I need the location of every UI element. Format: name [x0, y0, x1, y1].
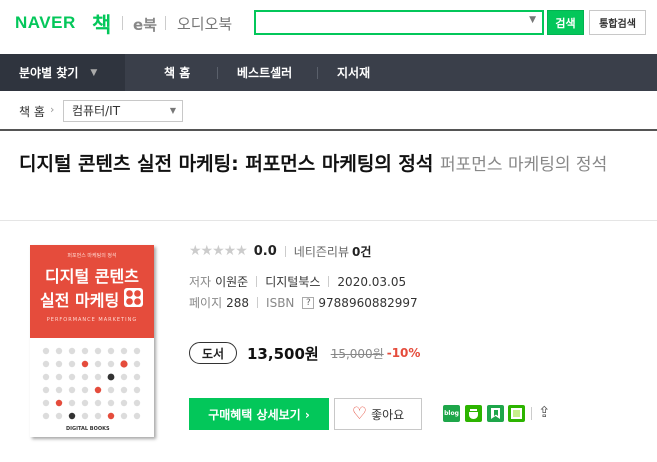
category-select[interactable]: 컴퓨터/IT ▼ — [63, 100, 183, 122]
divider — [531, 407, 532, 420]
book-cover[interactable]: 퍼포먼스 마케팅의 정석 디지털 콘텐츠 실전 마케팅 PERFORMANCE … — [30, 245, 154, 437]
cover-dot-pattern — [42, 347, 141, 420]
title-area: 디지털 콘텐츠 실전 마케팅: 퍼포먼스 마케팅의 정석 퍼포먼스 마케팅의 정… — [0, 133, 657, 221]
tab-audiobook[interactable]: 오디오북 — [177, 13, 232, 34]
dropdown-caret-icon[interactable]: ▼ — [529, 15, 536, 25]
isbn-label: ISBN — [266, 295, 295, 310]
page-title: 디지털 콘텐츠 실전 마케팅: 퍼포먼스 마케팅의 정석 퍼포먼스 마케팅의 정… — [19, 150, 649, 179]
heart-icon: ♡ — [351, 403, 368, 424]
price-row: 도서 13,500원 15,000원 -10% — [189, 342, 420, 364]
publish-date: 2020.03.05 — [337, 274, 407, 289]
share-icon[interactable]: ⇪ — [538, 403, 551, 421]
main-nav: 분야별 찾기 ▼ 책 홈 베스트셀러 지서재 — [0, 54, 657, 91]
naver-logo[interactable]: NAVER — [15, 13, 76, 33]
divider — [165, 16, 166, 30]
chevron-down-icon: ▼ — [169, 106, 176, 115]
nav-item-bestseller[interactable]: 베스트셀러 — [237, 54, 292, 91]
divider — [257, 297, 259, 308]
book-title-main: 디지털 콘텐츠 실전 마케팅: 퍼포먼스 마케팅의 정석 — [19, 153, 434, 175]
review-label[interactable]: 네티즌리뷰 — [294, 243, 349, 260]
share-cafe-icon[interactable] — [465, 405, 482, 422]
total-search-button[interactable]: 통합검색 — [589, 10, 646, 35]
divider — [122, 16, 123, 30]
pages-label: 페이지 — [189, 296, 223, 310]
meta-row-isbn: 페이지 288 ISBN ? 9788960882997 — [189, 294, 418, 311]
author-label: 저자 — [189, 275, 212, 289]
purchase-benefit-button[interactable]: 구매혜택 상세보기 › — [189, 398, 329, 430]
cover-title-line2: 실전 마케팅 — [40, 291, 120, 310]
rating-row: ★★★★★ 0.0 네티즌리뷰 0건 — [189, 243, 371, 259]
book-subtitle: 퍼포먼스 마케팅의 정석 — [440, 155, 608, 175]
cover-header: 퍼포먼스 마케팅의 정석 디지털 콘텐츠 실전 마케팅 PERFORMANCE … — [30, 245, 154, 338]
breadcrumb: 책 홈 › 컴퓨터/IT ▼ — [0, 91, 657, 131]
original-price: 15,000원 — [330, 346, 384, 361]
isbn-help-icon[interactable]: ? — [302, 296, 315, 309]
category-menu-label: 분야별 찾기 — [19, 66, 79, 80]
chevron-down-icon: ▼ — [90, 67, 98, 78]
like-button[interactable]: ♡ 좋아요 — [334, 398, 422, 430]
like-label: 좋아요 — [371, 407, 405, 422]
book-logo[interactable]: 책 — [92, 9, 111, 39]
divider — [317, 67, 318, 79]
rating-score: 0.0 — [253, 243, 277, 259]
discount-rate: -10% — [386, 346, 421, 360]
share-bookmark-icon[interactable] — [487, 405, 504, 422]
breadcrumb-home-link[interactable]: 책 홈 — [19, 103, 45, 120]
breadcrumb-arrow-icon: › — [50, 103, 55, 116]
nav-item-library[interactable]: 지서재 — [337, 54, 370, 91]
page-count: 288 — [226, 295, 250, 310]
publisher-link[interactable]: 디지털북스 — [265, 273, 320, 290]
category-menu-button[interactable]: 분야별 찾기 ▼ — [0, 54, 125, 91]
review-count[interactable]: 0건 — [352, 243, 371, 260]
share-memo-icon[interactable] — [508, 405, 525, 422]
top-header: NAVER 책 e북 오디오북 ▼ 검색 통합검색 — [0, 0, 657, 54]
divider — [217, 67, 218, 79]
divider — [328, 276, 330, 287]
category-select-value: 컴퓨터/IT — [72, 104, 121, 118]
nav-item-book-home[interactable]: 책 홈 — [164, 54, 190, 91]
cover-publisher-mark: DIGITAL BOOKS — [66, 426, 110, 432]
meta-row-author: 저자 이원준 디지털북스 2020.03.05 — [189, 273, 406, 290]
search-button[interactable]: 검색 — [547, 10, 584, 35]
cover-small-text: 퍼포먼스 마케팅의 정석 — [67, 253, 117, 259]
search-input[interactable] — [258, 13, 518, 32]
author-link[interactable]: 이원준 — [215, 273, 248, 290]
share-blog-icon[interactable]: blog — [443, 405, 460, 422]
divider — [284, 245, 286, 257]
isbn-value: 9788960882997 — [318, 295, 418, 310]
sale-price: 13,500원 — [247, 344, 319, 363]
divider — [256, 276, 258, 287]
rating-stars: ★★★★★ — [189, 243, 248, 259]
cover-title-line1: 디지털 콘텐츠 — [45, 267, 139, 286]
cover-english-text: PERFORMANCE MARKETING — [46, 317, 138, 323]
search-box: ▼ — [254, 10, 544, 35]
format-badge: 도서 — [189, 342, 237, 364]
cover-grid-icon — [124, 288, 143, 307]
tab-ebook[interactable]: e북 — [133, 14, 157, 35]
